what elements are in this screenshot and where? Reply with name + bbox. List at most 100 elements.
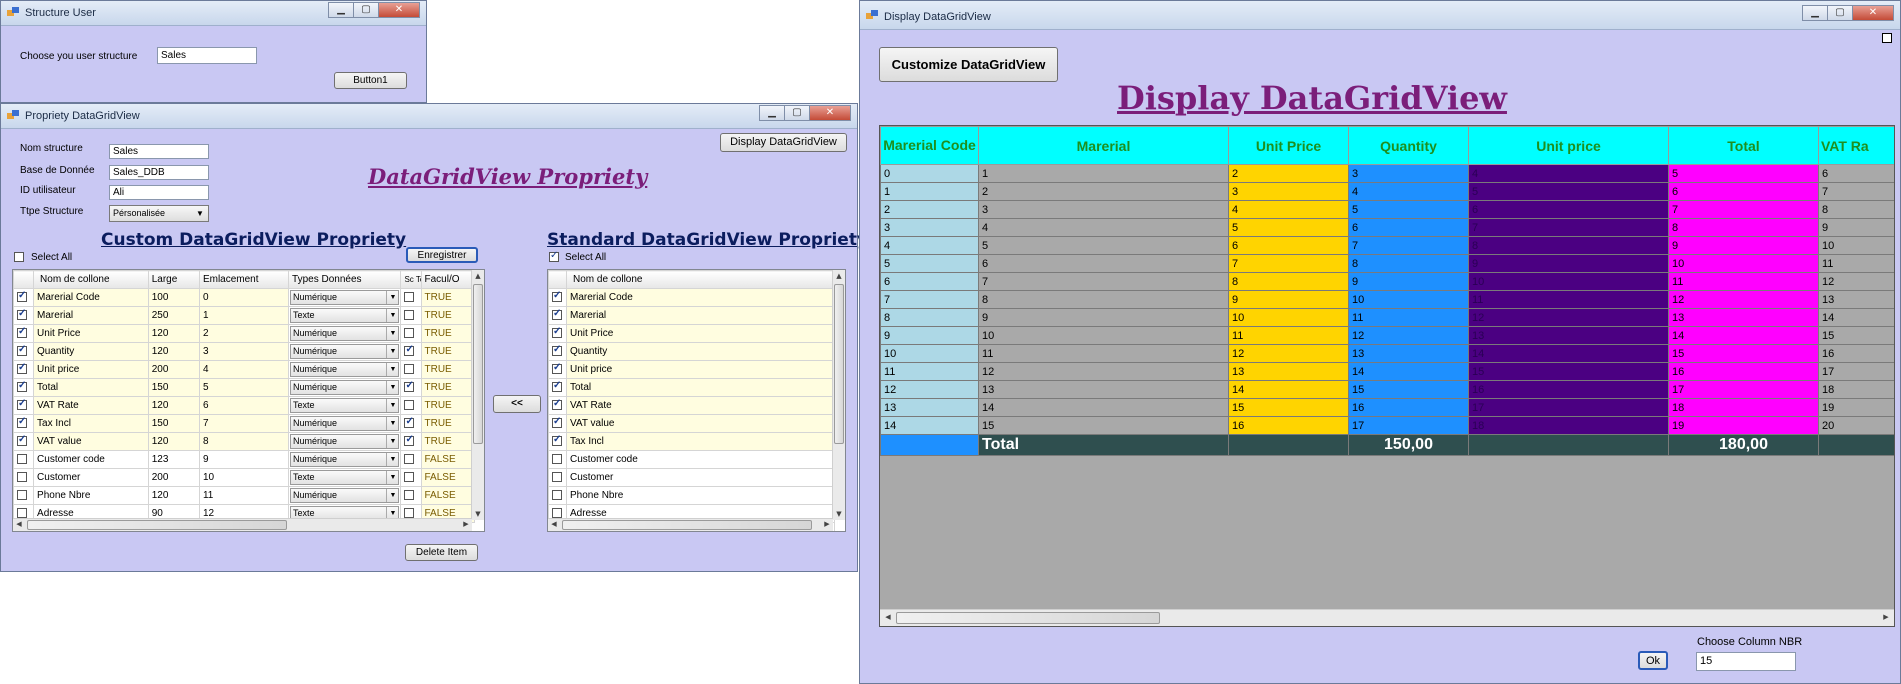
horizontal-scrollbar[interactable]: ◀ ▶ (13, 518, 472, 531)
scroll-down-arrow[interactable]: ▼ (473, 510, 483, 518)
header-cell[interactable]: Emlacement (198, 270, 290, 289)
table-row[interactable]: 6 7 8 9 10 11 12 (880, 272, 1894, 291)
facultative-cell[interactable]: FALSE (420, 486, 475, 505)
position-cell[interactable]: 3 (198, 342, 290, 361)
grid-cell[interactable]: 6 (1348, 218, 1469, 237)
grid-cell[interactable]: 11 (880, 362, 979, 381)
column-name-cell[interactable]: VAT value (566, 414, 835, 433)
close-button[interactable]: ✕ (809, 105, 851, 121)
grid-cell[interactable]: 3 (880, 218, 979, 237)
vertical-scrollbar[interactable]: ▲ ▼ (471, 270, 484, 520)
row-checkbox[interactable] (552, 434, 562, 447)
header-cell[interactable]: Sc To (400, 270, 422, 289)
row-checkbox[interactable] (552, 290, 562, 303)
sc-checkbox[interactable] (404, 364, 415, 375)
table-row[interactable]: Tax Incl1507Numérique ▼ TRUE (13, 414, 475, 433)
display-datagridview[interactable]: Marerial Code Marerial Unit Price Quanti… (879, 125, 1895, 627)
type-select[interactable]: Numérique ▼ (290, 416, 400, 431)
base-donnee-input[interactable]: Sales_DDB (109, 165, 209, 180)
grid-cell[interactable]: 14 (1818, 308, 1894, 327)
facultative-cell[interactable]: TRUE (420, 414, 475, 433)
table-row[interactable]: 1234567 (880, 182, 1894, 201)
table-row[interactable]: Marerial2501Texte ▼ TRUE (13, 306, 475, 325)
grid-cell[interactable]: 17 (1818, 362, 1894, 381)
table-row[interactable]: Customer 200 10 Texte ▼ FALSE (13, 468, 475, 487)
type-cell[interactable]: Texte ▼ (288, 396, 402, 415)
type-cell[interactable]: Numérique ▼ (288, 486, 402, 505)
grid-cell[interactable]: 15 (1468, 362, 1669, 381)
type-select[interactable]: Numérique ▼ (290, 380, 400, 395)
grid-cell[interactable]: 2 (978, 182, 1229, 201)
row-check-cell[interactable] (13, 342, 35, 361)
sc-checkbox[interactable] (404, 344, 415, 357)
grid-cell[interactable]: 14 (1348, 362, 1469, 381)
width-cell[interactable]: 150 (147, 414, 200, 433)
title-bar[interactable]: Display DataGridView ▁ ▢ ✕ (860, 1, 1900, 30)
table-row[interactable]: Customer (548, 468, 835, 487)
column-name-cell[interactable]: Phone Nbre (566, 486, 835, 505)
grid-cell[interactable]: 8 (1468, 236, 1669, 255)
customize-datagridview-button[interactable]: Customize DataGridView (879, 47, 1058, 82)
table-row[interactable]: Total1505Numérique ▼ TRUE (13, 378, 475, 397)
table-row[interactable]: Phone Nbre 120 11 Numérique ▼ FALSE (13, 486, 475, 505)
sc-cell[interactable] (400, 360, 422, 379)
grid-cell[interactable]: 7 (1818, 182, 1894, 201)
grid-cell[interactable]: 10 (1348, 290, 1469, 309)
table-row[interactable]: 12 13 14 15 16 17 18 (880, 380, 1894, 399)
header-cell[interactable]: Nom de collone (33, 270, 149, 289)
grid-cell[interactable]: 7 (1668, 200, 1819, 219)
grid-cell[interactable]: 11 (978, 344, 1229, 363)
row-checkbox[interactable] (552, 380, 562, 393)
sc-cell[interactable] (400, 414, 422, 433)
grid-cell[interactable]: 7 (880, 290, 979, 309)
facultative-cell[interactable]: TRUE (420, 378, 475, 397)
grid-cell[interactable]: 11 (1348, 308, 1469, 327)
sc-checkbox[interactable] (404, 380, 415, 393)
column-name-cell[interactable]: Quantity (566, 342, 835, 361)
grid-cell[interactable]: 4 (1228, 200, 1349, 219)
column-name-cell[interactable]: VAT Rate (33, 396, 149, 415)
grid-cell[interactable]: 1 (880, 182, 979, 201)
grid-cell[interactable]: 7 (978, 272, 1229, 291)
horizontal-scrollbar[interactable]: ◀ ▶ (548, 518, 833, 531)
column-name-cell[interactable]: Customer (566, 468, 835, 487)
scroll-right-arrow[interactable]: ▶ (461, 520, 471, 528)
scroll-up-arrow[interactable]: ▲ (473, 272, 483, 280)
row-check-cell[interactable] (548, 324, 567, 343)
grid-cell[interactable]: 9 (1818, 218, 1894, 237)
column-name-cell[interactable]: Marerial (33, 306, 149, 325)
row-checkbox[interactable] (17, 362, 27, 375)
grid-cell[interactable]: 16 (1668, 362, 1819, 381)
grid-cell[interactable]: 8 (978, 290, 1229, 309)
sc-cell[interactable] (400, 396, 422, 415)
row-checkbox[interactable] (552, 308, 562, 321)
row-checkbox[interactable] (17, 326, 27, 339)
row-check-cell[interactable] (548, 288, 567, 307)
row-check-cell[interactable] (13, 324, 35, 343)
grid-cell[interactable]: 11 (1468, 290, 1669, 309)
grid-cell[interactable]: 5 (978, 236, 1229, 255)
row-checkbox[interactable] (552, 472, 562, 483)
table-row[interactable]: 13 14 15 16 17 18 19 (880, 398, 1894, 417)
grid-cell[interactable]: 9 (1348, 272, 1469, 291)
grid-cell[interactable]: 16 (1468, 380, 1669, 399)
row-check-cell[interactable] (548, 432, 567, 451)
column-name-cell[interactable]: Unit price (566, 360, 835, 379)
column-name-cell[interactable]: Unit Price (33, 324, 149, 343)
header-cell[interactable]: Nom de collone (566, 270, 835, 289)
type-cell[interactable]: Texte ▼ (288, 306, 402, 325)
scroll-thumb[interactable] (896, 612, 1160, 624)
grid-cell[interactable]: 13 (1228, 362, 1349, 381)
grid-cell[interactable]: 5 (1468, 182, 1669, 201)
grid-cell[interactable]: 4 (1468, 164, 1669, 183)
vertical-scrollbar[interactable]: ▲ ▼ (832, 270, 845, 520)
row-checkbox[interactable] (17, 416, 27, 429)
table-row[interactable]: 9 10 11 12 13 14 15 (880, 326, 1894, 345)
structure-input[interactable]: Sales (157, 47, 257, 64)
table-row[interactable]: 8 9 10 11 12 13 14 (880, 308, 1894, 327)
row-checkbox[interactable] (17, 508, 27, 519)
button1[interactable]: Button1 (334, 72, 407, 89)
grid-cell[interactable]: 5 (880, 254, 979, 273)
table-row[interactable]: Unit Price (548, 324, 835, 343)
position-cell[interactable]: 1 (198, 306, 290, 325)
